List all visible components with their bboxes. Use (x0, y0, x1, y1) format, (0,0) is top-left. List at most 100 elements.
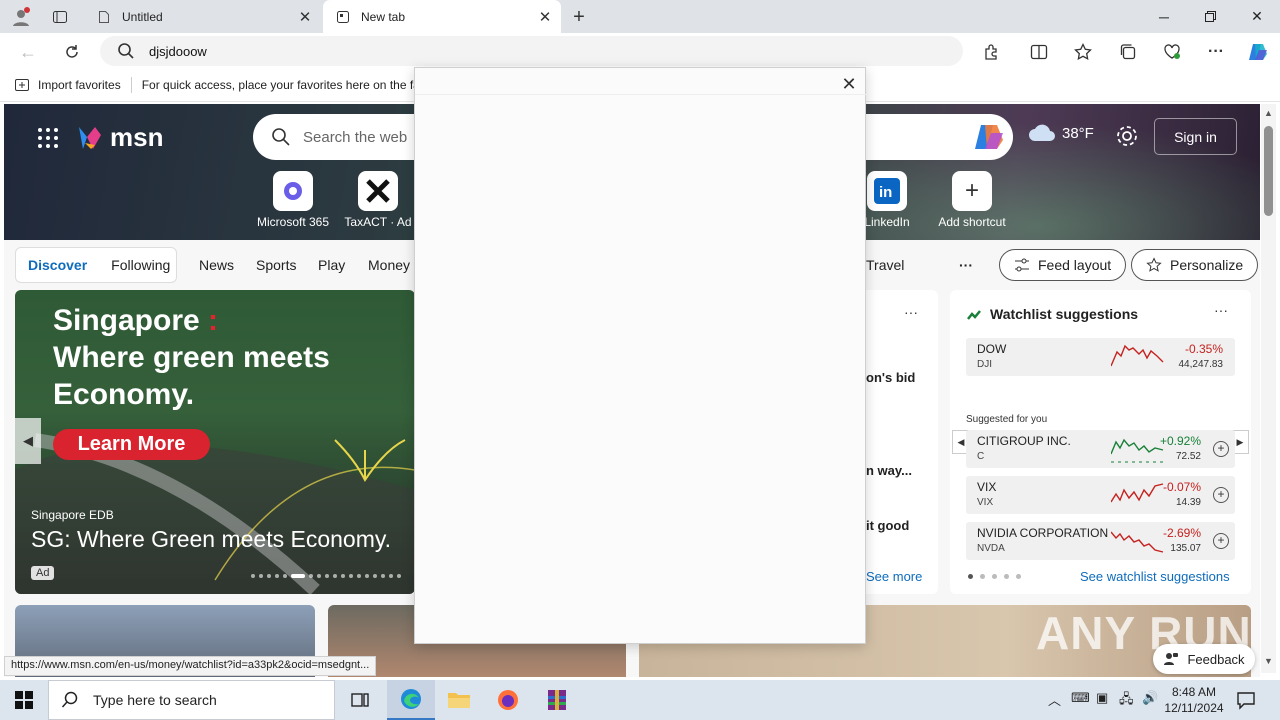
system-clock[interactable]: 8:48 AM 12/11/2024 (1164, 684, 1224, 716)
stock-ticker: C (977, 451, 985, 462)
headline-fragment[interactable]: on's bid (866, 370, 915, 385)
scroll-up-icon[interactable]: ▲ (1264, 108, 1273, 118)
app-launcher-icon[interactable] (38, 128, 58, 148)
settings-more-icon[interactable]: ··· (1202, 38, 1230, 66)
volume-icon[interactable]: 🔊 (1142, 690, 1158, 706)
new-tab-button[interactable]: + (566, 4, 592, 30)
nav-more[interactable]: ··· (959, 257, 973, 273)
shortcut-microsoft-365[interactable]: Microsoft 365 (253, 171, 333, 229)
card-more-icon[interactable]: ··· (904, 304, 918, 320)
input-indicator-icon[interactable]: ⌨ (1071, 690, 1090, 706)
close-tab-icon[interactable]: ✕ (295, 7, 315, 27)
favorites-hint: For quick access, place your favorites h… (141, 78, 420, 92)
add-shortcut-button[interactable]: + Add shortcut (932, 171, 1012, 229)
import-favorites-button[interactable]: Import favorites (14, 77, 121, 93)
tab-discover[interactable]: Discover (16, 257, 99, 273)
stock-row[interactable]: NVIDIA CORPORATION NVDA -2.69% 135.07 + (966, 522, 1235, 560)
stock-ticker: VIX (977, 497, 994, 508)
nav-sports[interactable]: Sports (256, 257, 296, 273)
copilot-icon[interactable] (973, 120, 1007, 154)
show-hidden-icons-icon[interactable]: ︿ (1048, 690, 1061, 709)
meet-now-icon[interactable]: ▣ (1096, 690, 1108, 706)
close-window-button[interactable]: ✕ (1234, 0, 1280, 33)
sparkline (1111, 483, 1164, 503)
feedback-button[interactable]: Feedback (1153, 644, 1255, 674)
page-icon (96, 9, 112, 25)
watchlist-more-icon[interactable]: ··· (1214, 302, 1228, 318)
ad-card[interactable]: Singapore : Where green meets Economy. L… (15, 290, 415, 594)
edge-taskbar-icon[interactable] (387, 680, 435, 720)
address-text[interactable]: djsjdooow (149, 44, 207, 59)
see-watchlist-suggestions-link[interactable]: See watchlist suggestions (1080, 569, 1230, 584)
see-more-link[interactable]: See more (866, 569, 922, 584)
favorites-star-icon[interactable] (1069, 38, 1097, 66)
tab-following[interactable]: Following (99, 257, 182, 273)
ad-headline-1: Singapore (53, 304, 200, 337)
taskbar-search-placeholder: Type here to search (93, 692, 217, 708)
notification-center-icon[interactable] (1236, 690, 1256, 710)
personalize-button[interactable]: Personalize (1131, 249, 1259, 281)
tab-new-tab[interactable]: New tab ✕ (323, 0, 561, 33)
close-icon[interactable]: ✕ (839, 74, 859, 94)
file-explorer-icon[interactable] (435, 680, 483, 720)
tab-title: Untitled (122, 9, 163, 24)
scrollbar-thumb[interactable] (1264, 126, 1273, 216)
minimize-button[interactable]: ─ (1141, 0, 1187, 33)
watchlist-pager-dots[interactable] (968, 574, 1021, 579)
headline-fragment[interactable]: n way... (866, 463, 912, 478)
close-tab-icon[interactable]: ✕ (535, 7, 555, 27)
copilot-icon[interactable] (1244, 38, 1272, 66)
shortcut-taxact[interactable]: TaxACT · Ad (338, 171, 418, 229)
restore-button[interactable] (1187, 0, 1233, 33)
add-to-watchlist-icon[interactable]: + (1213, 487, 1229, 503)
task-view-icon[interactable] (336, 680, 384, 720)
learn-more-button[interactable]: Learn More (53, 429, 210, 460)
stock-name: DOW (977, 342, 1007, 356)
taskbar-search[interactable]: Type here to search (48, 680, 335, 720)
tab-untitled[interactable]: Untitled ✕ (84, 0, 321, 33)
sign-in-button[interactable]: Sign in (1154, 118, 1237, 155)
popup-window: ✕ (414, 67, 867, 644)
feed-layout-label: Feed layout (1038, 257, 1112, 273)
nav-money[interactable]: Money (368, 257, 410, 273)
gear-icon[interactable] (1115, 124, 1139, 148)
search-icon (61, 691, 78, 708)
scroll-down-icon[interactable]: ▼ (1264, 656, 1273, 666)
refresh-button[interactable] (58, 38, 86, 66)
add-to-watchlist-icon[interactable]: + (1213, 441, 1229, 457)
stock-row[interactable]: DOW DJI -0.35% 44,247.83 (966, 338, 1235, 376)
back-button[interactable]: ← (14, 38, 42, 66)
feedback-person-icon (1164, 653, 1179, 665)
tab-actions-icon[interactable] (47, 4, 73, 30)
nav-play[interactable]: Play (318, 257, 345, 273)
profile-icon[interactable] (8, 4, 34, 30)
nav-news[interactable]: News (199, 257, 234, 273)
stock-row[interactable]: CITIGROUP INC. C +0.92% 72.52 + (966, 430, 1235, 468)
ad-title[interactable]: SG: Where Green meets Economy. (31, 526, 391, 553)
cloud-icon (1029, 124, 1055, 141)
nav-travel[interactable]: Travel (866, 257, 904, 273)
headline-fragment[interactable]: it good (866, 518, 909, 533)
collections-icon[interactable] (1114, 38, 1142, 66)
carousel-prev-button[interactable]: ◀ (15, 418, 41, 464)
start-button[interactable] (0, 680, 48, 720)
extensions-icon[interactable] (977, 38, 1005, 66)
stock-row[interactable]: VIX VIX -0.07% 14.39 + (966, 476, 1235, 514)
page-scrollbar[interactable]: ▲ ▼ (1261, 104, 1276, 673)
network-icon[interactable]: 🖧 (1119, 690, 1134, 712)
winrar-icon[interactable] (533, 680, 581, 720)
stock-ticker: NVDA (977, 543, 1005, 554)
browser-essentials-icon[interactable] (1158, 38, 1186, 66)
add-to-watchlist-icon[interactable]: + (1213, 533, 1229, 549)
msn-logo[interactable]: msn (76, 122, 163, 153)
firefox-icon[interactable] (484, 680, 532, 720)
stock-price: 14.39 (1175, 497, 1201, 508)
news-card[interactable]: ··· on's bid n way... it good See more (860, 290, 938, 594)
weather-widget[interactable]: 38°F (1028, 124, 1094, 142)
split-screen-icon[interactable] (1025, 38, 1053, 66)
address-bar[interactable]: djsjdooow (100, 36, 963, 66)
taskbar: Type here to search ︿ ⌨ ▣ 🖧 🔊 8:48 AM 12… (0, 680, 1280, 720)
search-icon (272, 128, 290, 146)
feed-layout-button[interactable]: Feed layout (999, 249, 1127, 281)
carousel-dots[interactable] (251, 574, 401, 578)
